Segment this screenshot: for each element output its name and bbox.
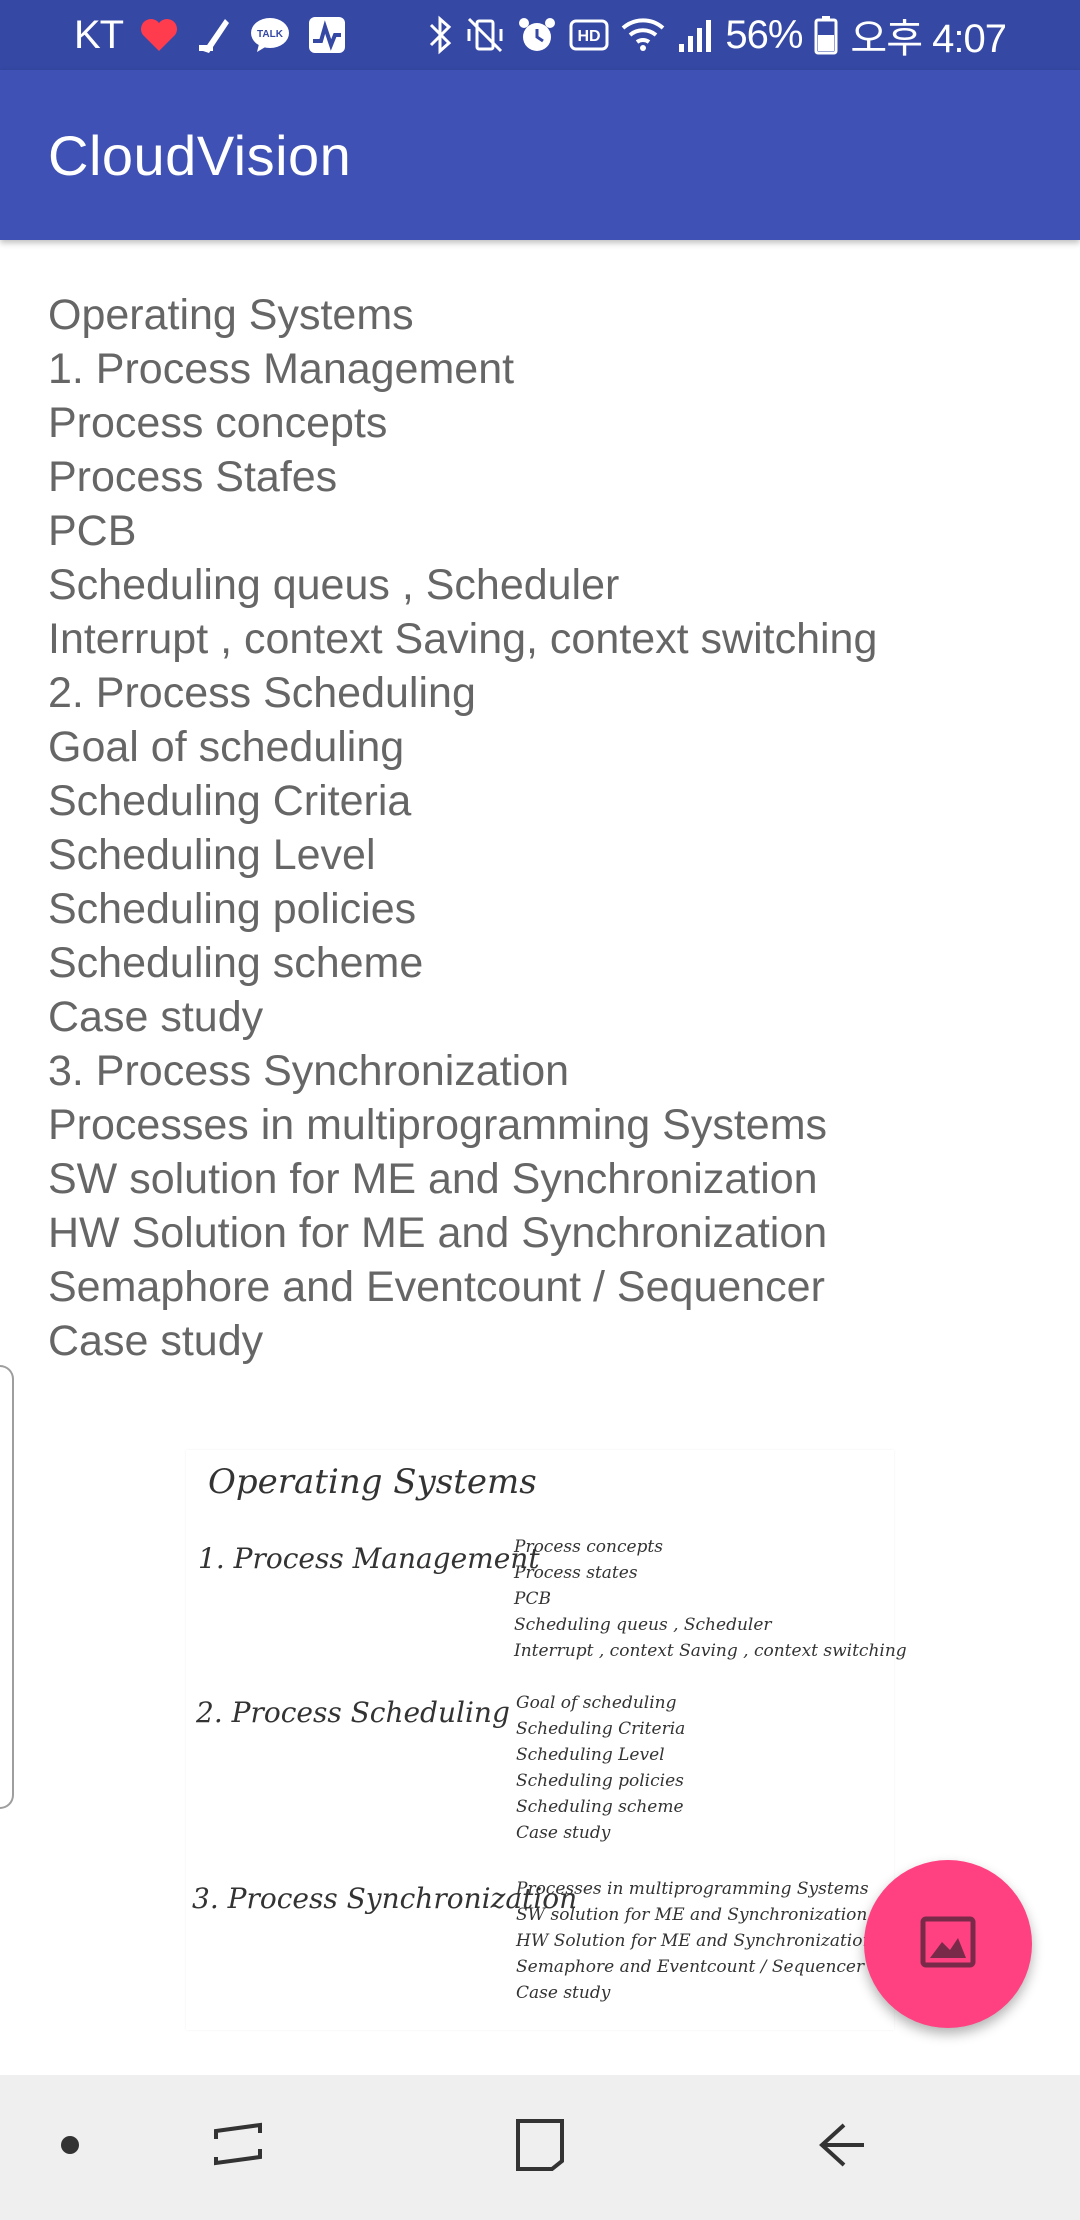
ocr-line: Process concepts xyxy=(48,399,388,447)
carrier-label: KT xyxy=(74,12,124,57)
note-item: Process states xyxy=(514,1563,638,1583)
kakaotalk-icon: TALK xyxy=(249,16,291,54)
note-item: Scheduling Level xyxy=(516,1745,665,1765)
ocr-line: HW Solution for ME and Synchronization xyxy=(48,1209,828,1257)
heart-icon xyxy=(139,17,179,53)
ocr-line: 3. Process Synchronization xyxy=(48,1047,570,1095)
note-item: Scheduling policies xyxy=(516,1771,684,1791)
note-heading: 1. Process Management xyxy=(198,1542,540,1575)
ocr-result-text: Operating Systems 1. Process Management Pr… xyxy=(48,288,1058,1368)
ocr-line: Processes in multiprogramming Systems xyxy=(48,1101,828,1149)
handwritten-note-image: Operating Systems 1. Process Management … xyxy=(186,1450,907,2030)
note-item: SW solution for ME and Synchronization xyxy=(516,1905,868,1925)
ocr-line: Scheduling Criteria xyxy=(48,777,412,825)
note-item: Scheduling queus , Scheduler xyxy=(514,1615,772,1635)
bluetooth-icon xyxy=(427,15,453,55)
cheer-icon xyxy=(195,15,233,55)
ocr-line: Interrupt , context Saving, context swit… xyxy=(48,615,878,663)
wifi-icon xyxy=(621,16,665,54)
note-heading: 2. Process Scheduling xyxy=(196,1696,510,1729)
content-scroll-area[interactable]: Operating Systems 1. Process Management Pr… xyxy=(0,240,1080,2075)
status-bar: KT TALK HD 56% 오후 4:07 xyxy=(0,0,1080,70)
note-items: Processes in multiprogramming Systems SW… xyxy=(516,1876,873,2006)
back-arrow-icon xyxy=(814,2117,870,2178)
app-bar: CloudVision xyxy=(0,70,1080,240)
svg-text:TALK: TALK xyxy=(257,29,284,40)
battery-icon xyxy=(814,15,838,55)
hd-voice-icon: HD xyxy=(569,19,609,51)
note-item: Processes in multiprogramming Systems xyxy=(516,1879,869,1899)
note-item: Scheduling scheme xyxy=(516,1797,684,1817)
ocr-line: Scheduling Level xyxy=(48,831,376,879)
ocr-line: Process Stafes xyxy=(48,453,338,501)
note-item: Semaphore and Eventcount / Sequencer xyxy=(516,1957,865,1977)
note-item: Process concepts xyxy=(514,1537,663,1557)
note-item: Interrupt , context Saving , context swi… xyxy=(514,1641,907,1661)
vibrate-mute-icon xyxy=(465,15,505,55)
ocr-line: Scheduling policies xyxy=(48,885,417,933)
note-title: Operating Systems xyxy=(208,1462,537,1502)
ocr-line: Case study xyxy=(48,1317,264,1365)
ocr-line: Case study xyxy=(48,993,264,1041)
ocr-line: PCB xyxy=(48,507,137,555)
ocr-line: 1. Process Management xyxy=(48,345,515,393)
clock: 오후 4:07 xyxy=(850,17,1007,61)
ocr-line: Semaphore and Eventcount / Sequencer xyxy=(48,1263,825,1311)
ocr-line: SW solution for ME and Synchronization xyxy=(48,1155,818,1203)
recent-apps-button[interactable] xyxy=(188,2075,288,2220)
ocr-line: Scheduling scheme xyxy=(48,939,424,987)
note-item: PCB xyxy=(514,1589,551,1609)
home-icon xyxy=(512,2117,568,2178)
signal-icon xyxy=(677,16,713,54)
app-title: CloudVision xyxy=(48,123,352,187)
note-item: Scheduling Criteria xyxy=(516,1719,686,1739)
note-item: HW Solution for ME and Synchronization xyxy=(516,1931,874,1951)
recent-apps-icon xyxy=(210,2117,266,2178)
nav-dot-button[interactable] xyxy=(40,2075,100,2220)
back-button[interactable] xyxy=(792,2075,892,2220)
pick-image-button[interactable] xyxy=(864,1860,1032,2028)
note-items: Goal of scheduling Scheduling Criteria S… xyxy=(516,1690,685,1846)
battery-percent: 56% xyxy=(725,12,803,57)
edge-panel-handle[interactable] xyxy=(0,1365,14,1809)
ocr-line: 2. Process Scheduling xyxy=(48,669,476,717)
image-icon xyxy=(920,1916,976,1973)
ocr-line: Goal of scheduling xyxy=(48,723,405,771)
svg-text:HD: HD xyxy=(578,28,601,45)
ocr-line: Scheduling queus , Scheduler xyxy=(48,561,620,609)
note-item: Case study xyxy=(516,1983,611,2003)
dot-icon xyxy=(60,2135,80,2160)
alarm-icon xyxy=(517,15,557,55)
note-item: Goal of scheduling xyxy=(516,1693,677,1713)
note-item: Case study xyxy=(516,1823,611,1843)
note-items: Process concepts Process states PCB Sche… xyxy=(514,1534,907,1664)
activity-icon xyxy=(307,15,347,55)
ocr-line: Operating Systems xyxy=(48,291,414,339)
home-button[interactable] xyxy=(490,2075,590,2220)
navigation-bar xyxy=(0,2075,1080,2220)
